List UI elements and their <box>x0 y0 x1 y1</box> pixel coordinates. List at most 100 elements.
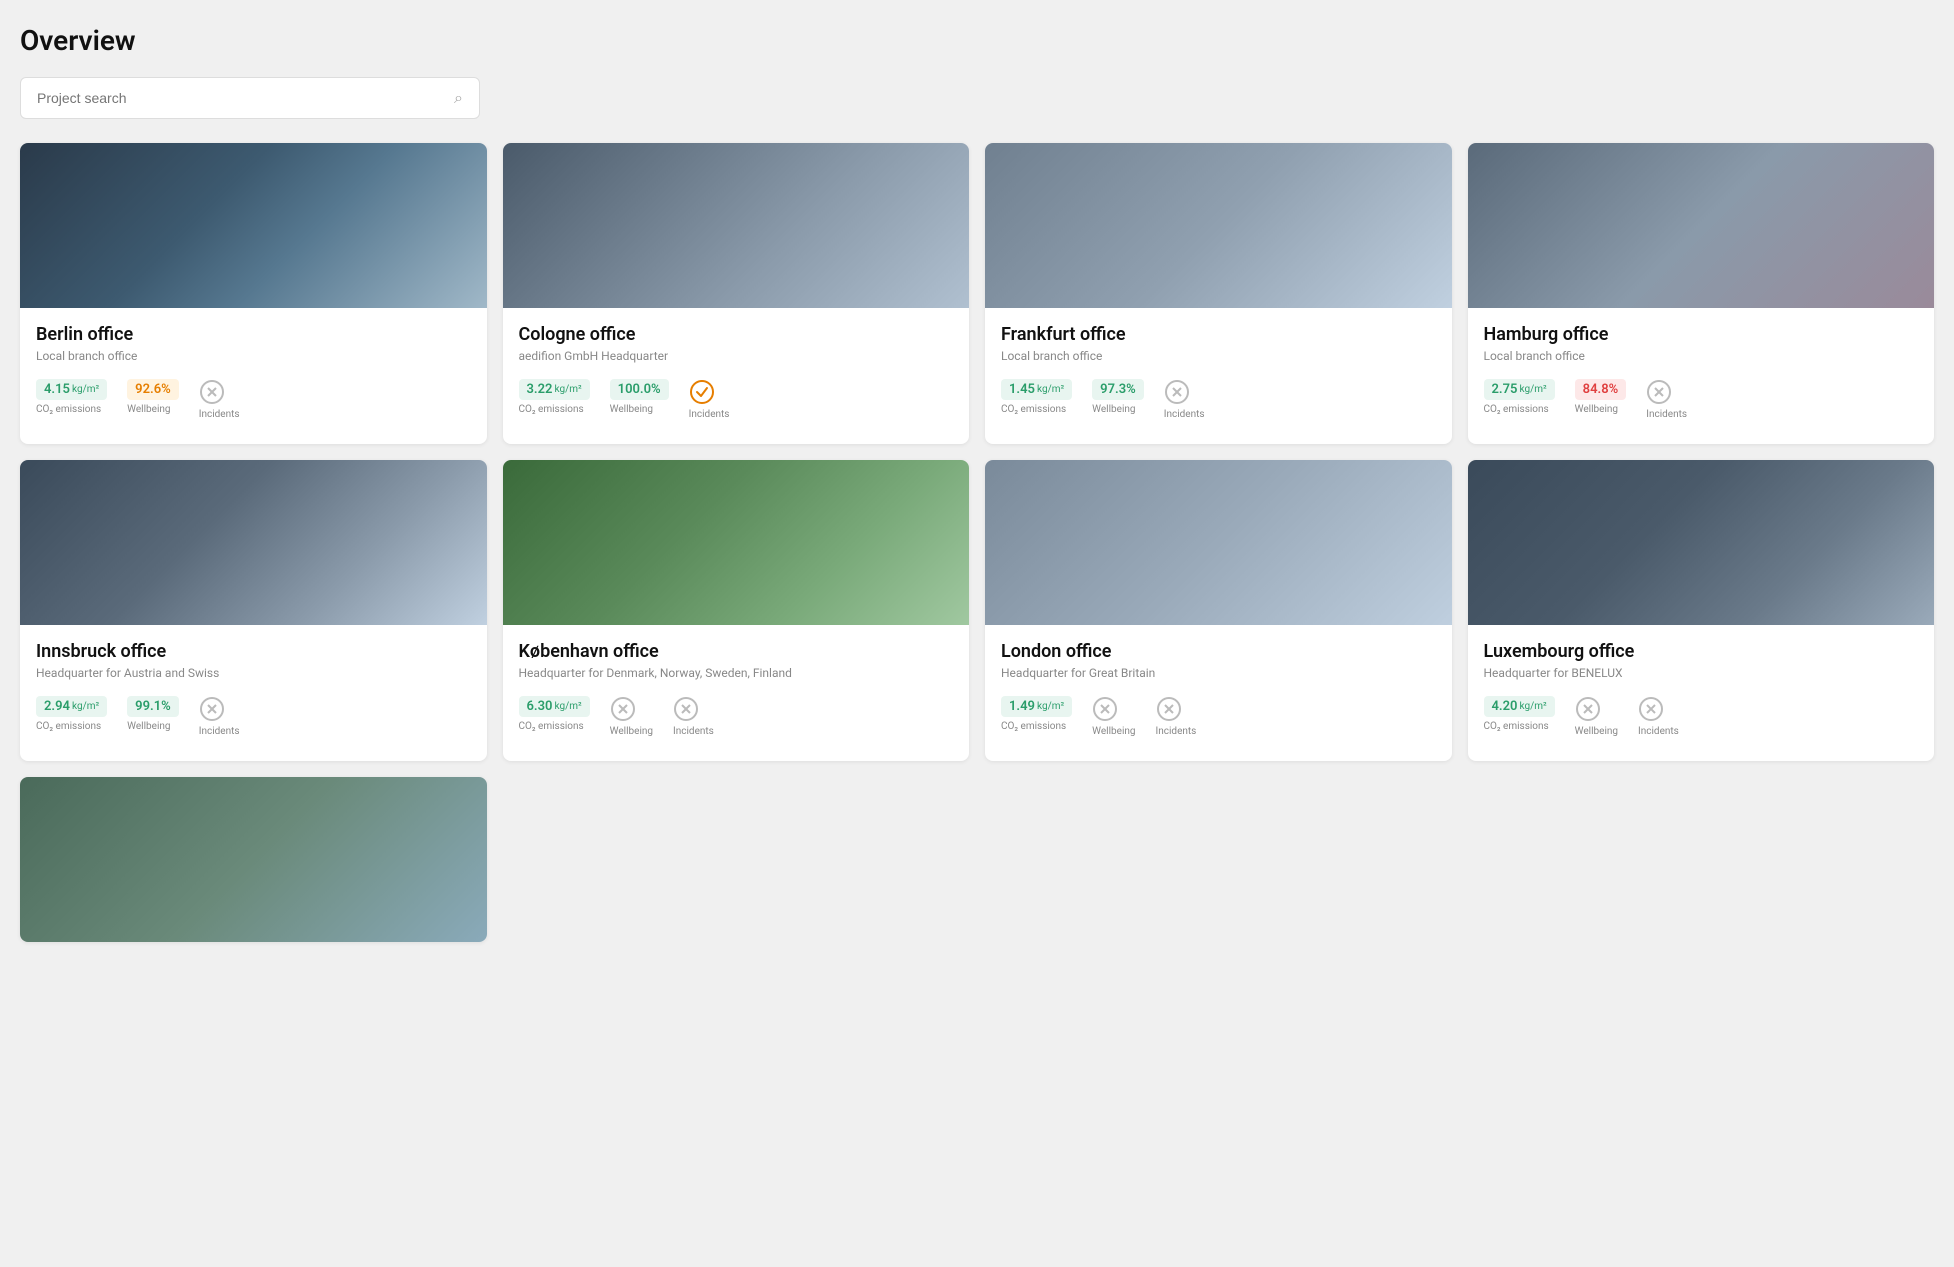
wellbeing-label-innsbruck: Wellbeing <box>127 721 170 732</box>
incidents-label-innsbruck: Incidents <box>199 726 240 737</box>
card-image-cologne <box>503 143 970 308</box>
co2-label-london: CO₂ emissions <box>1001 721 1066 732</box>
metric-wellbeing-kobenhavn: Wellbeing <box>610 696 653 737</box>
metric-wellbeing-berlin: 92.6% Wellbeing <box>127 379 179 420</box>
card-image-innsbruck <box>20 460 487 625</box>
co2-badge-innsbruck: 2.94kg/m² <box>36 696 107 717</box>
card-title-frankfurt: Frankfurt office <box>1001 324 1436 345</box>
card-frankfurt[interactable]: Frankfurt office Local branch office 1.4… <box>985 143 1452 444</box>
co2-label-frankfurt: CO₂ emissions <box>1001 404 1066 415</box>
wellbeing-badge-innsbruck: 99.1% <box>127 696 179 717</box>
co2-badge-london: 1.49kg/m² <box>1001 696 1072 717</box>
wellbeing-badge-hamburg: 84.8% <box>1575 379 1627 400</box>
page-title: Overview <box>20 24 1934 57</box>
card-image-partial <box>20 777 487 942</box>
card-innsbruck[interactable]: Innsbruck office Headquarter for Austria… <box>20 460 487 761</box>
card-image-london <box>985 460 1452 625</box>
wellbeing-label-frankfurt: Wellbeing <box>1092 404 1135 415</box>
incidents-label-luxembourg: Incidents <box>1638 726 1679 737</box>
search-bar: ⌕ <box>20 77 480 119</box>
bottom-row <box>20 777 1934 942</box>
incidents-label-kobenhavn: Incidents <box>673 726 714 737</box>
card-title-berlin: Berlin office <box>36 324 471 345</box>
card-berlin[interactable]: Berlin office Local branch office 4.15kg… <box>20 143 487 444</box>
office-grid: Berlin office Local branch office 4.15kg… <box>20 143 1934 761</box>
incidents-icon-hamburg <box>1646 379 1672 405</box>
metric-wellbeing-cologne: 100.0% Wellbeing <box>610 379 669 420</box>
card-subtitle-berlin: Local branch office <box>36 349 471 363</box>
metric-co2-innsbruck: 2.94kg/m² CO₂ emissions <box>36 696 107 737</box>
metric-incidents-berlin: Incidents <box>199 379 240 420</box>
wellbeing-label-berlin: Wellbeing <box>127 404 170 415</box>
wellbeing-label-hamburg: Wellbeing <box>1575 404 1618 415</box>
card-title-innsbruck: Innsbruck office <box>36 641 471 662</box>
metric-incidents-innsbruck: Incidents <box>199 696 240 737</box>
card-subtitle-luxembourg: Headquarter for BENELUX <box>1484 666 1919 680</box>
card-partial[interactable] <box>20 777 487 942</box>
co2-label-hamburg: CO₂ emissions <box>1484 404 1549 415</box>
metric-co2-frankfurt: 1.45kg/m² CO₂ emissions <box>1001 379 1072 420</box>
metric-wellbeing-frankfurt: 97.3% Wellbeing <box>1092 379 1144 420</box>
incidents-label-frankfurt: Incidents <box>1164 409 1205 420</box>
card-subtitle-kobenhavn: Headquarter for Denmark, Norway, Sweden,… <box>519 666 954 680</box>
wellbeing-label-luxembourg: Wellbeing <box>1575 726 1618 737</box>
co2-label-innsbruck: CO₂ emissions <box>36 721 101 732</box>
metric-incidents-london: Incidents <box>1156 696 1197 737</box>
card-title-cologne: Cologne office <box>519 324 954 345</box>
incidents-label-london: Incidents <box>1156 726 1197 737</box>
card-image-frankfurt <box>985 143 1452 308</box>
metric-co2-luxembourg: 4.20kg/m² CO₂ emissions <box>1484 696 1555 737</box>
card-kobenhavn[interactable]: København office Headquarter for Denmark… <box>503 460 970 761</box>
metric-co2-kobenhavn: 6.30kg/m² CO₂ emissions <box>519 696 590 737</box>
co2-badge-cologne: 3.22kg/m² <box>519 379 590 400</box>
card-image-hamburg <box>1468 143 1935 308</box>
incidents-icon-frankfurt <box>1164 379 1190 405</box>
incidents-icon-luxembourg <box>1638 696 1664 722</box>
metric-co2-cologne: 3.22kg/m² CO₂ emissions <box>519 379 590 420</box>
metric-incidents-cologne: Incidents <box>689 379 730 420</box>
co2-badge-frankfurt: 1.45kg/m² <box>1001 379 1072 400</box>
incidents-icon-london <box>1156 696 1182 722</box>
co2-badge-hamburg: 2.75kg/m² <box>1484 379 1555 400</box>
card-cologne[interactable]: Cologne office aedifion GmbH Headquarter… <box>503 143 970 444</box>
co2-badge-luxembourg: 4.20kg/m² <box>1484 696 1555 717</box>
card-hamburg[interactable]: Hamburg office Local branch office 2.75k… <box>1468 143 1935 444</box>
wellbeing-label-kobenhavn: Wellbeing <box>610 726 653 737</box>
wellbeing-label-cologne: Wellbeing <box>610 404 653 415</box>
search-input[interactable] <box>37 90 454 106</box>
incidents-icon-berlin <box>199 379 225 405</box>
co2-label-berlin: CO₂ emissions <box>36 404 101 415</box>
card-london[interactable]: London office Headquarter for Great Brit… <box>985 460 1452 761</box>
card-title-luxembourg: Luxembourg office <box>1484 641 1919 662</box>
metric-incidents-luxembourg: Incidents <box>1638 696 1679 737</box>
co2-badge-berlin: 4.15kg/m² <box>36 379 107 400</box>
metric-incidents-kobenhavn: Incidents <box>673 696 714 737</box>
card-image-berlin <box>20 143 487 308</box>
card-luxembourg[interactable]: Luxembourg office Headquarter for BENELU… <box>1468 460 1935 761</box>
incidents-icon-innsbruck <box>199 696 225 722</box>
incidents-label-berlin: Incidents <box>199 409 240 420</box>
incidents-label-cologne: Incidents <box>689 409 730 420</box>
card-title-kobenhavn: København office <box>519 641 954 662</box>
co2-label-luxembourg: CO₂ emissions <box>1484 721 1549 732</box>
metric-co2-london: 1.49kg/m² CO₂ emissions <box>1001 696 1072 737</box>
metric-wellbeing-london: Wellbeing <box>1092 696 1135 737</box>
co2-badge-kobenhavn: 6.30kg/m² <box>519 696 590 717</box>
card-subtitle-cologne: aedifion GmbH Headquarter <box>519 349 954 363</box>
metric-co2-berlin: 4.15kg/m² CO₂ emissions <box>36 379 107 420</box>
co2-label-kobenhavn: CO₂ emissions <box>519 721 584 732</box>
card-title-hamburg: Hamburg office <box>1484 324 1919 345</box>
card-subtitle-innsbruck: Headquarter for Austria and Swiss <box>36 666 471 680</box>
card-title-london: London office <box>1001 641 1436 662</box>
wellbeing-label-london: Wellbeing <box>1092 726 1135 737</box>
wellbeing-badge-frankfurt: 97.3% <box>1092 379 1144 400</box>
wellbeing-badge-cologne: 100.0% <box>610 379 669 400</box>
metric-co2-hamburg: 2.75kg/m² CO₂ emissions <box>1484 379 1555 420</box>
metric-incidents-frankfurt: Incidents <box>1164 379 1205 420</box>
card-subtitle-london: Headquarter for Great Britain <box>1001 666 1436 680</box>
metric-incidents-hamburg: Incidents <box>1646 379 1687 420</box>
co2-label-cologne: CO₂ emissions <box>519 404 584 415</box>
metric-wellbeing-hamburg: 84.8% Wellbeing <box>1575 379 1627 420</box>
metric-wellbeing-innsbruck: 99.1% Wellbeing <box>127 696 179 737</box>
metric-wellbeing-luxembourg: Wellbeing <box>1575 696 1618 737</box>
